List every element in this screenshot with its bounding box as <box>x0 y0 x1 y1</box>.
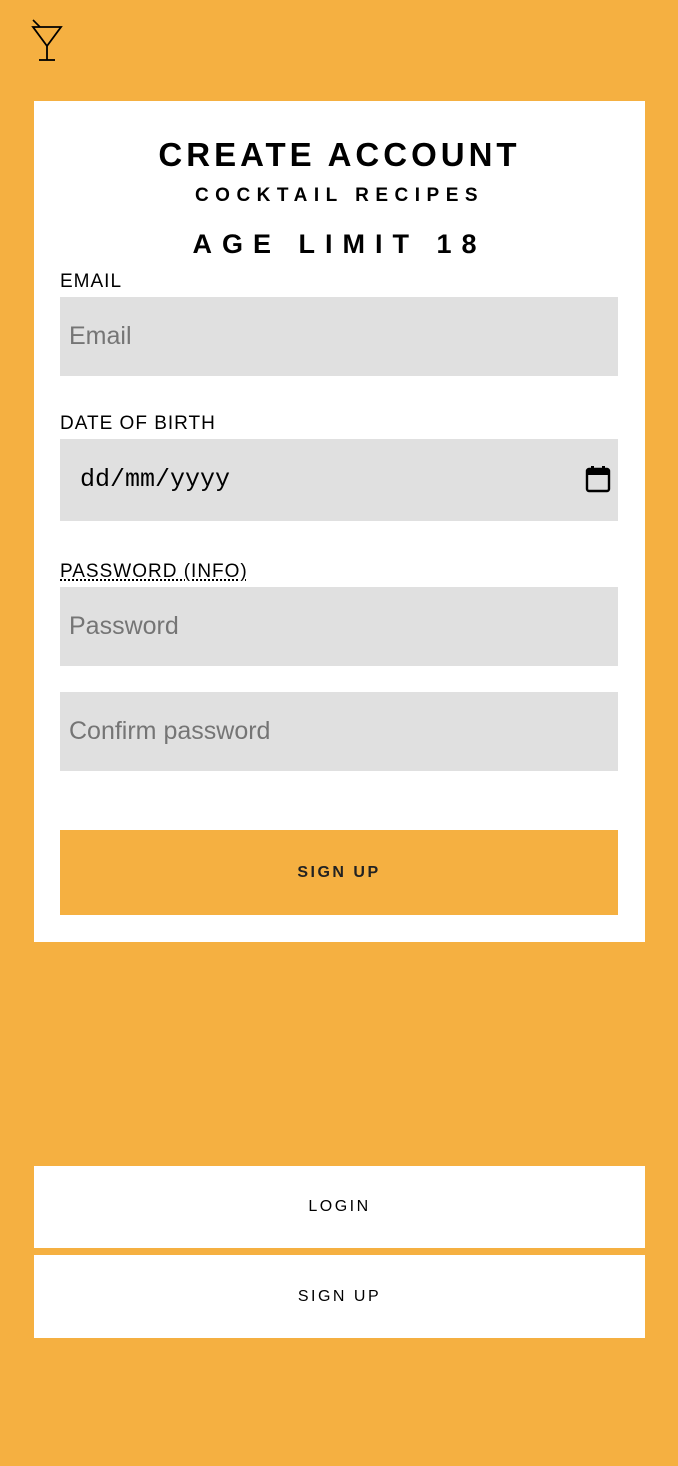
cocktail-glass-icon <box>31 19 63 61</box>
confirm-password-field[interactable] <box>60 692 618 771</box>
password-field[interactable] <box>60 587 618 666</box>
sign-up-nav-button[interactable]: SIGN UP <box>34 1255 645 1338</box>
password-info-label[interactable]: PASSWORD (INFO) <box>60 561 248 583</box>
page-title: CREATE ACCOUNT <box>158 136 521 173</box>
date-of-birth-placeholder: dd/mm/yyyy <box>80 465 231 494</box>
app-subtitle: COCKTAIL RECIPES <box>194 185 485 206</box>
login-button[interactable]: LOGIN <box>34 1166 645 1248</box>
date-of-birth-label: DATE OF BIRTH <box>60 413 216 434</box>
email-field[interactable] <box>60 297 618 376</box>
email-label: EMAIL <box>60 271 123 292</box>
calendar-icon[interactable] <box>585 465 611 493</box>
age-limit-notice: AGE LIMIT 18 <box>192 229 487 259</box>
sign-up-submit-button[interactable]: SIGN UP <box>60 830 618 915</box>
signup-card: CREATE ACCOUNT COCKTAIL RECIPES AGE LIMI… <box>34 101 645 942</box>
date-of-birth-field[interactable]: dd/mm/yyyy <box>60 439 618 521</box>
